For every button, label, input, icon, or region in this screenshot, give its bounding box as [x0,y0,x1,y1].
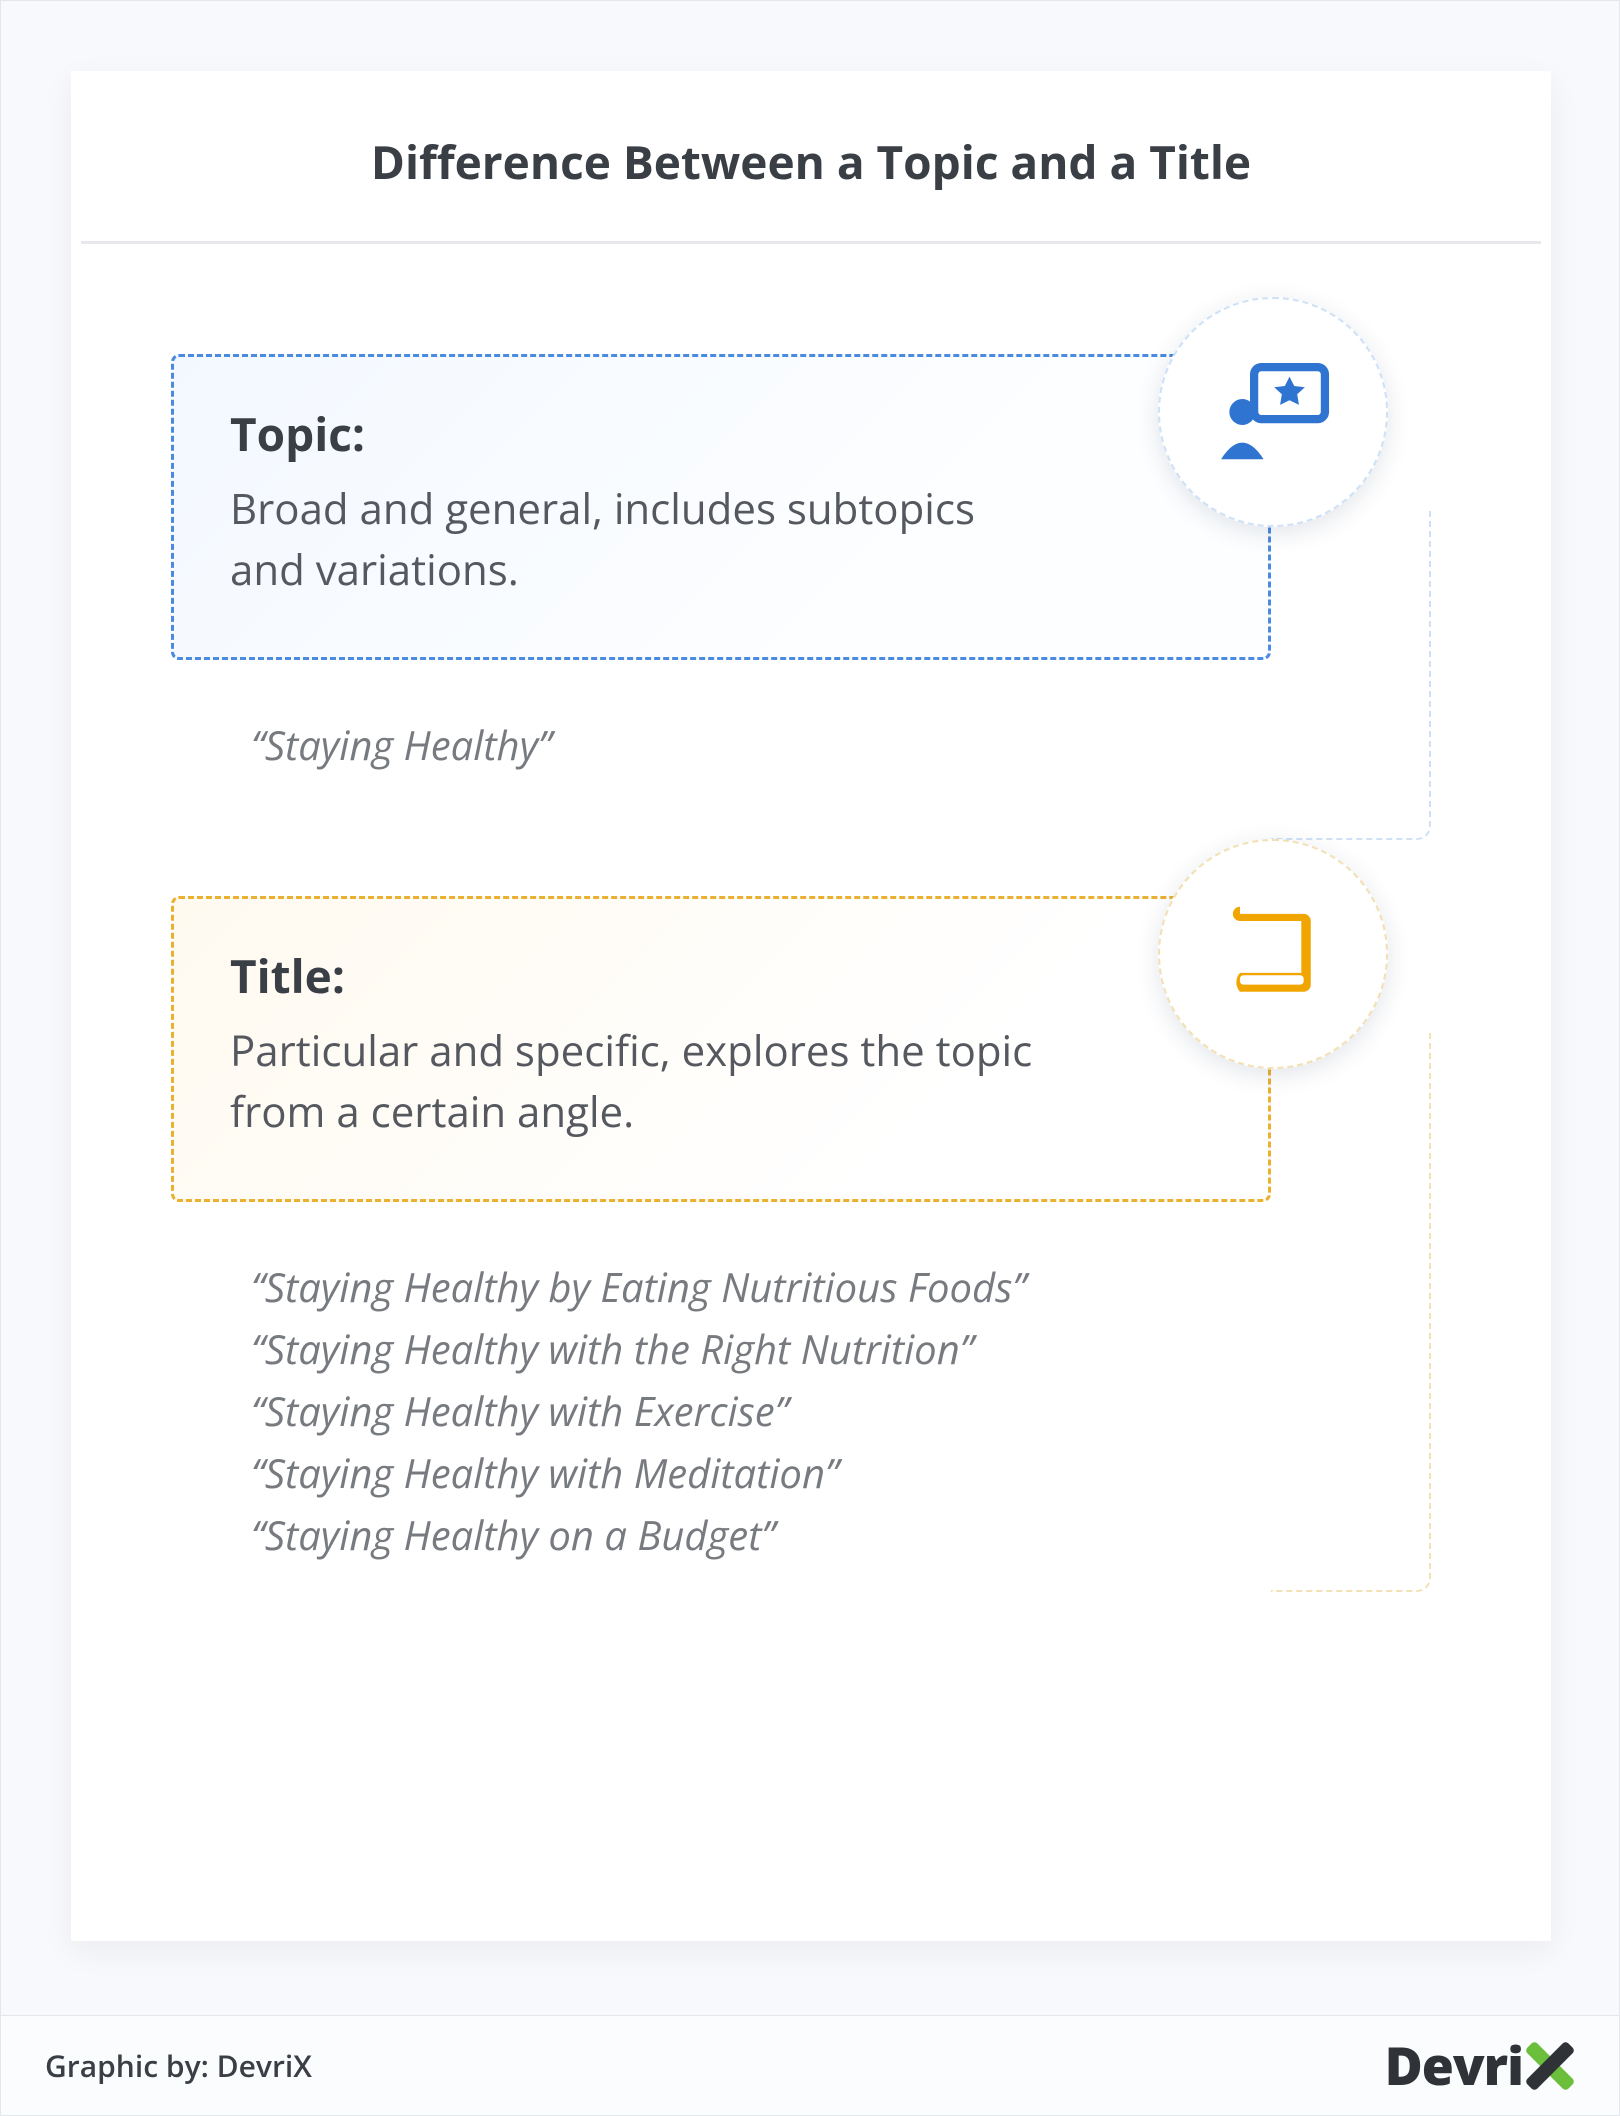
examples-wrap-topic: “Staying Healthy” [171,660,1451,776]
definition-box-title: Title: Particular and specific, explores… [171,896,1271,1202]
examples-wrap-title: “Staying Healthy by Eating Nutritious Fo… [171,1202,1451,1566]
definition-description: Broad and general, includes subtopics an… [230,479,1050,601]
definition-label: Title: [230,945,1212,1007]
presenter-star-icon [1158,297,1388,527]
brand-x-icon [1525,2041,1575,2091]
brand-text: Devri [1385,2030,1523,2101]
section-title: Title: Particular and specific, explores… [171,896,1451,1566]
footer: Graphic by: DevriX Devri [1,2015,1619,2115]
page-frame: Difference Between a Topic and a Title T… [0,0,1620,2116]
page-title: Difference Between a Topic and a Title [71,131,1551,241]
section-topic: Topic: Broad and general, includes subto… [171,354,1451,776]
example-list: “Staying Healthy” [171,660,1451,776]
definition-box-topic: Topic: Broad and general, includes subto… [171,354,1271,660]
definition-description: Particular and specific, explores the to… [230,1021,1050,1143]
content-area: Topic: Broad and general, includes subto… [71,244,1551,1566]
credit-text: Graphic by: DevriX [45,2045,312,2086]
example-list: “Staying Healthy by Eating Nutritious Fo… [171,1202,1451,1566]
brand-logo: Devri [1385,2030,1575,2101]
main-card: Difference Between a Topic and a Title T… [71,71,1551,1941]
definition-label: Topic: [230,403,1212,465]
connector-line [1271,1032,1431,1592]
connector-line [1271,510,1431,840]
